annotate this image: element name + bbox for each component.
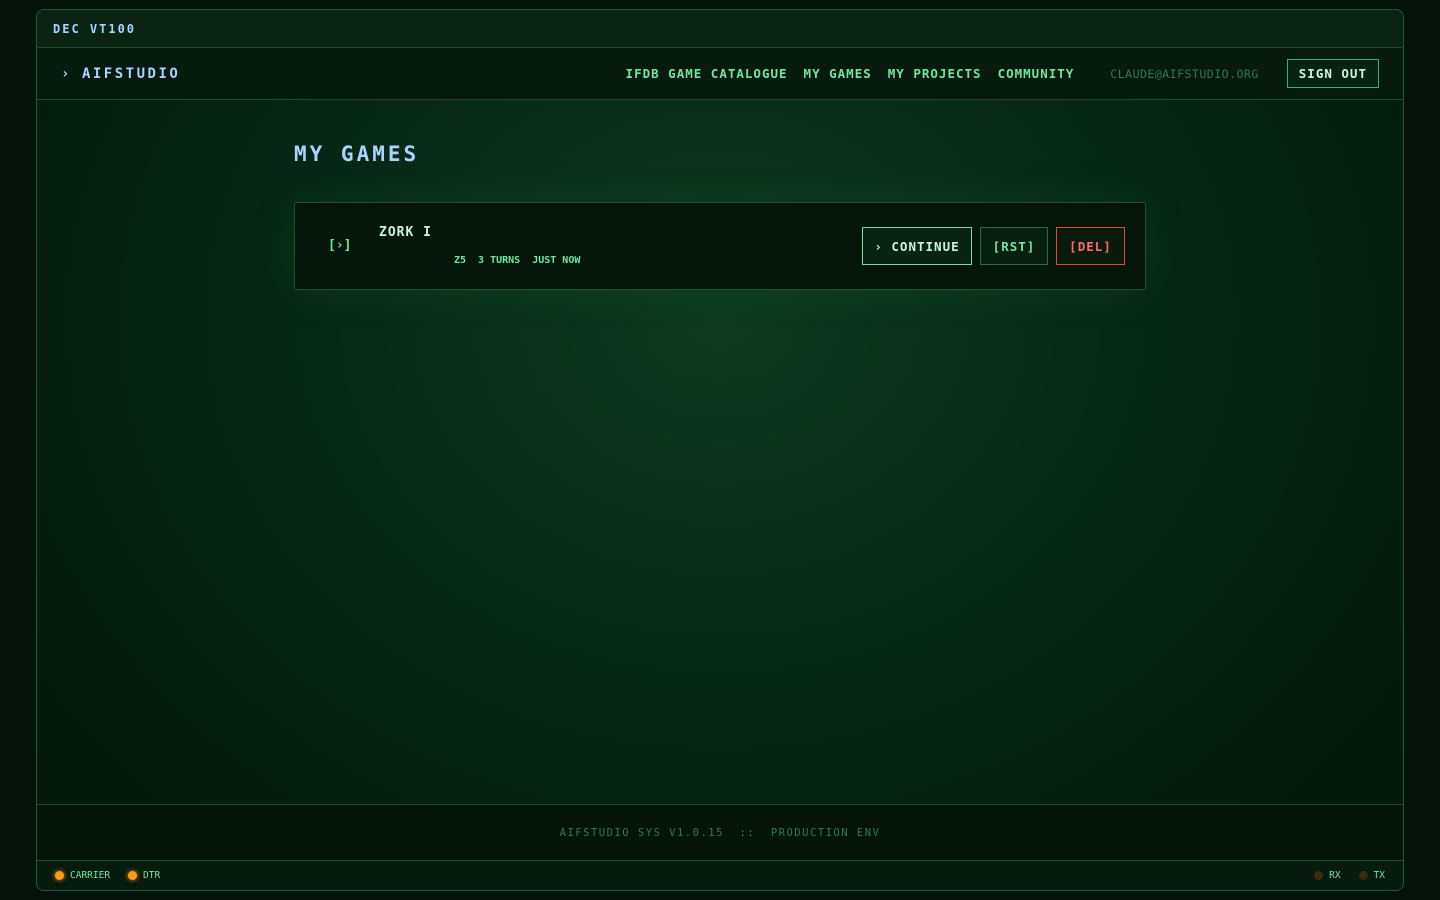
delete-button[interactable]: [DEL] (1056, 227, 1125, 265)
brand-name: AIFSTUDIO (81, 65, 181, 82)
tx-led-icon (1358, 871, 1368, 880)
user-email: CLAUDE@AIFSTUDIO.ORG (1110, 66, 1259, 81)
page-title: MY GAMES (294, 142, 420, 166)
chevron-right-icon: › (61, 65, 72, 82)
game-last-played: JUST NOW (532, 255, 581, 266)
nav-community[interactable]: COMMUNITY (998, 66, 1075, 81)
terminal-model-label: DEC VT100 (53, 21, 137, 36)
brand-link[interactable]: › AIFSTUDIO (61, 66, 180, 82)
carrier-led-icon (55, 871, 64, 880)
nav-ifdb-catalogue[interactable]: IFDB GAME CATALOGUE (626, 66, 788, 81)
game-card: [›] ZORK I Z5 3 TURNS JUST NOW › CONTINU… (294, 202, 1146, 290)
play-icon: [›] (328, 238, 352, 253)
site-footer: AIFSTUDIO SYS V1.0.15 :: PRODUCTION ENV (37, 804, 1403, 860)
terminal-titlebar: DEC VT100 (37, 10, 1403, 48)
status-right: RX TX (1296, 870, 1385, 881)
carrier-label: CARRIER (70, 870, 111, 881)
game-format: Z5 (454, 255, 467, 266)
game-title: ZORK I (379, 225, 432, 240)
footer-version: AIFSTUDIO SYS V1.0.15 :: PRODUCTION ENV (559, 826, 881, 839)
rx-led-icon (1314, 871, 1324, 880)
site-header: › AIFSTUDIO IFDB GAME CATALOGUE MY GAMES… (37, 48, 1403, 100)
tx-indicator: TX (1358, 870, 1385, 881)
game-turns: 3 TURNS (478, 255, 521, 266)
sign-out-button[interactable]: SIGN OUT (1286, 59, 1379, 88)
continue-button[interactable]: › CONTINUE (862, 227, 972, 265)
nav-my-games[interactable]: MY GAMES (804, 66, 872, 81)
game-meta: Z5 3 TURNS JUST NOW (454, 255, 580, 266)
dtr-indicator: DTR (128, 870, 160, 881)
dtr-label: DTR (143, 870, 161, 881)
main-content: MY GAMES [›] ZORK I Z5 3 TURNS JUST NOW … (37, 100, 1403, 804)
status-bar: CARRIER DTR RX TX (37, 860, 1403, 890)
rx-indicator: RX (1314, 870, 1341, 881)
rx-label: RX (1329, 870, 1341, 881)
main-nav: IFDB GAME CATALOGUE MY GAMES MY PROJECTS… (626, 59, 1379, 88)
dtr-led-icon (128, 871, 138, 880)
nav-my-projects[interactable]: MY PROJECTS (888, 66, 982, 81)
terminal-window: DEC VT100 › AIFSTUDIO IFDB GAME CATALOGU… (36, 9, 1404, 891)
reset-button[interactable]: [RST] (980, 227, 1048, 265)
carrier-indicator: CARRIER (55, 870, 110, 881)
tx-label: TX (1373, 870, 1385, 881)
